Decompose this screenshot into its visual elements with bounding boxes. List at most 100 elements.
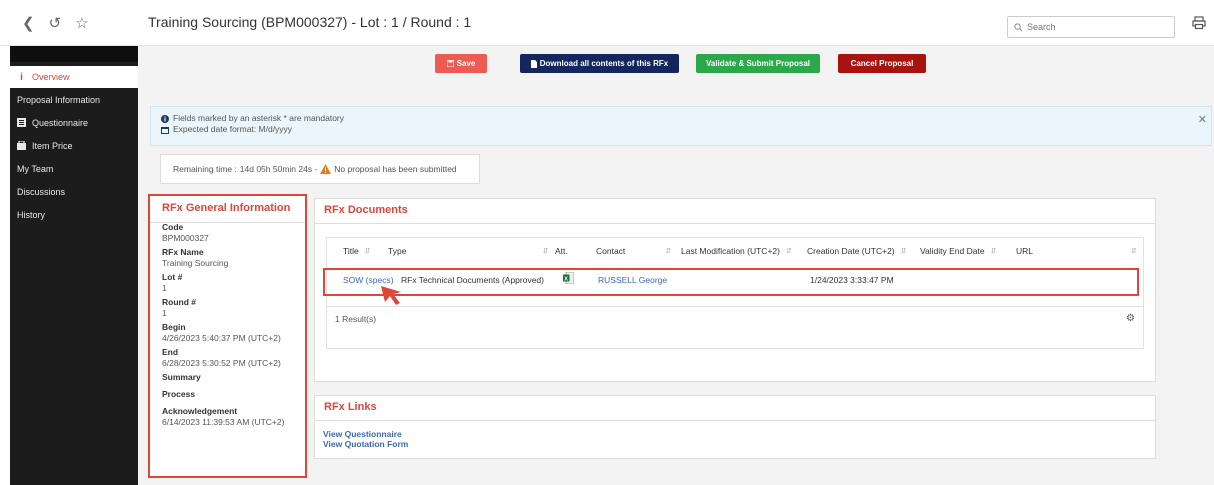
save-button[interactable]: Save [435, 54, 487, 73]
sidebar-item-label: Item Price [32, 140, 73, 151]
proposal-warning: No proposal has been submitted [334, 164, 457, 174]
view-questionnaire-link[interactable]: View Questionnaire [323, 429, 402, 439]
general-info-title: RFx General Information [162, 202, 291, 214]
col-header-validity-end-date[interactable]: Validity End Date ⇵ [920, 238, 996, 264]
date-format-note: Expected date format: M/d/yyyy [173, 124, 293, 134]
field-value-acknowledgement: 6/14/2023 11:39:53 AM (UTC+2) [162, 417, 285, 427]
panel-divider [315, 223, 1155, 224]
field-label-acknowledgement: Acknowledgement [162, 406, 238, 416]
remaining-time-box: Remaining time : 14d 05h 50min 24s - No … [160, 154, 480, 184]
panel-divider [315, 420, 1155, 421]
col-header-att[interactable]: Att. [555, 238, 568, 264]
documents-title: RFx Documents [324, 204, 408, 216]
save-icon [446, 60, 454, 67]
main-content: Save Download all contents of this RFx V… [138, 46, 1214, 485]
search-input[interactable] [1027, 22, 1167, 32]
sort-icon[interactable]: ⇵ [542, 247, 548, 255]
field-label-begin: Begin [162, 322, 186, 332]
star-icon[interactable]: ☆ [75, 14, 88, 32]
top-nav: ❮ ↺ ☆ [0, 0, 138, 46]
save-label: Save [456, 59, 476, 68]
field-value-begin: 4/26/2023 5:40:37 PM (UTC+2) [162, 333, 281, 343]
mandatory-note: Fields marked by an asterisk * are manda… [173, 113, 345, 123]
col-header-creation-date[interactable]: Creation Date (UTC+2) ⇵ [807, 238, 907, 264]
sort-icon[interactable]: ⇵ [991, 247, 997, 255]
field-label-end: End [162, 347, 179, 357]
validate-label: Validate & Submit Proposal [705, 59, 811, 68]
creation-date: 1/24/2023 3:33:47 PM [810, 275, 894, 285]
search-box[interactable] [1007, 16, 1175, 38]
sort-icon[interactable]: ⇵ [1131, 247, 1137, 255]
sort-icon[interactable]: ⇵ [665, 247, 671, 255]
history-icon[interactable]: ↺ [49, 14, 62, 32]
documents-table: Title ⇵ Type ⇵ Att. Contact ⇵ Last Modifica… [323, 237, 1144, 349]
col-header-title[interactable]: Title ⇵ [343, 238, 371, 264]
list-icon [17, 118, 26, 127]
col-header-type[interactable]: Type ⇵ [388, 238, 548, 264]
back-icon[interactable]: ❮ [22, 14, 35, 32]
info-circle-icon [161, 114, 169, 123]
general-info-panel: RFx General Information Code BPM000327 R… [148, 194, 307, 478]
col-header-contact[interactable]: Contact ⇵ [596, 238, 671, 264]
box-icon [17, 141, 26, 150]
sidebar: i Overview Proposal Information Question… [10, 46, 138, 485]
cancel-proposal-button[interactable]: Cancel Proposal [838, 54, 926, 73]
document-type: RFx Technical Documents (Approved) [401, 275, 544, 285]
sidebar-item-proposal-information[interactable]: Proposal Information [10, 88, 138, 111]
cancel-label: Cancel Proposal [850, 59, 914, 68]
sidebar-header [10, 46, 138, 62]
field-label-summary: Summary [162, 372, 201, 382]
sidebar-item-discussions[interactable]: Discussions [10, 180, 138, 203]
panel-divider [150, 222, 305, 223]
search-icon [1014, 22, 1023, 31]
info-banner: Fields marked by an asterisk * are manda… [150, 106, 1212, 146]
top-bar: ❮ ↺ ☆ Training Sourcing (BPM000327) - Lo… [0, 0, 1214, 46]
print-icon[interactable] [1192, 16, 1206, 30]
contact-link[interactable]: RUSSELL George [598, 275, 667, 285]
sidebar-item-label: Overview [32, 72, 70, 82]
field-value-round: 1 [162, 308, 167, 318]
calendar-icon [161, 126, 169, 134]
field-value-end: 6/28/2023 5:30:52 PM (UTC+2) [162, 358, 281, 368]
download-all-button[interactable]: Download all contents of this RFx [520, 54, 679, 73]
links-panel: RFx Links View Questionnaire View Quotat… [314, 395, 1156, 459]
sidebar-item-item-price[interactable]: Item Price [10, 134, 138, 157]
page-title: Training Sourcing (BPM000327) - Lot : 1 … [148, 14, 472, 30]
field-label-rfx-name: RFx Name [162, 247, 204, 257]
close-icon[interactable]: ✕ [1198, 115, 1207, 126]
field-label-lot: Lot # [162, 272, 183, 282]
result-bar: 1 Result(s) ⚙ [327, 306, 1143, 330]
download-label: Download all contents of this RFx [539, 59, 669, 68]
field-value-rfx-name: Training Sourcing [162, 258, 229, 268]
sidebar-item-label: Discussions [17, 186, 66, 197]
warning-icon [320, 164, 332, 174]
excel-file-icon[interactable]: X [563, 271, 575, 286]
sort-icon[interactable]: ⇵ [901, 247, 907, 255]
document-icon [530, 59, 537, 68]
sort-icon[interactable]: ⇵ [786, 247, 792, 255]
remaining-prefix: Remaining time : [173, 164, 237, 174]
sidebar-item-my-team[interactable]: My Team [10, 157, 138, 180]
sort-icon[interactable]: ⇵ [365, 247, 371, 255]
links-title: RFx Links [324, 401, 377, 413]
result-count: 1 Result(s) [335, 313, 377, 324]
sidebar-item-label: My Team [17, 163, 54, 174]
sidebar-item-overview[interactable]: i Overview [10, 66, 138, 88]
field-value-lot: 1 [162, 283, 167, 293]
mouse-cursor-icon [381, 286, 401, 305]
validate-submit-button[interactable]: Validate & Submit Proposal [696, 54, 820, 73]
sidebar-item-label: Questionnaire [32, 117, 89, 128]
gear-icon[interactable]: ⚙ [1126, 313, 1135, 324]
view-quotation-form-link[interactable]: View Quotation Form [323, 439, 408, 449]
field-label-process: Process [162, 389, 196, 399]
field-value-code: BPM000327 [162, 233, 209, 243]
field-label-round: Round # [162, 297, 196, 307]
sidebar-item-history[interactable]: History [10, 203, 138, 226]
sidebar-item-questionnaire[interactable]: Questionnaire [10, 111, 138, 134]
sidebar-item-label: History [17, 209, 46, 220]
col-header-last-modification[interactable]: Last Modification (UTC+2) ⇵ [681, 238, 792, 264]
col-header-url[interactable]: URL ⇵ [1016, 238, 1137, 264]
field-label-code: Code [162, 222, 184, 232]
sidebar-item-label: Proposal Information [17, 94, 101, 105]
documents-panel: RFx Documents Title ⇵ Type ⇵ Att. Contact ⇵… [314, 198, 1156, 382]
